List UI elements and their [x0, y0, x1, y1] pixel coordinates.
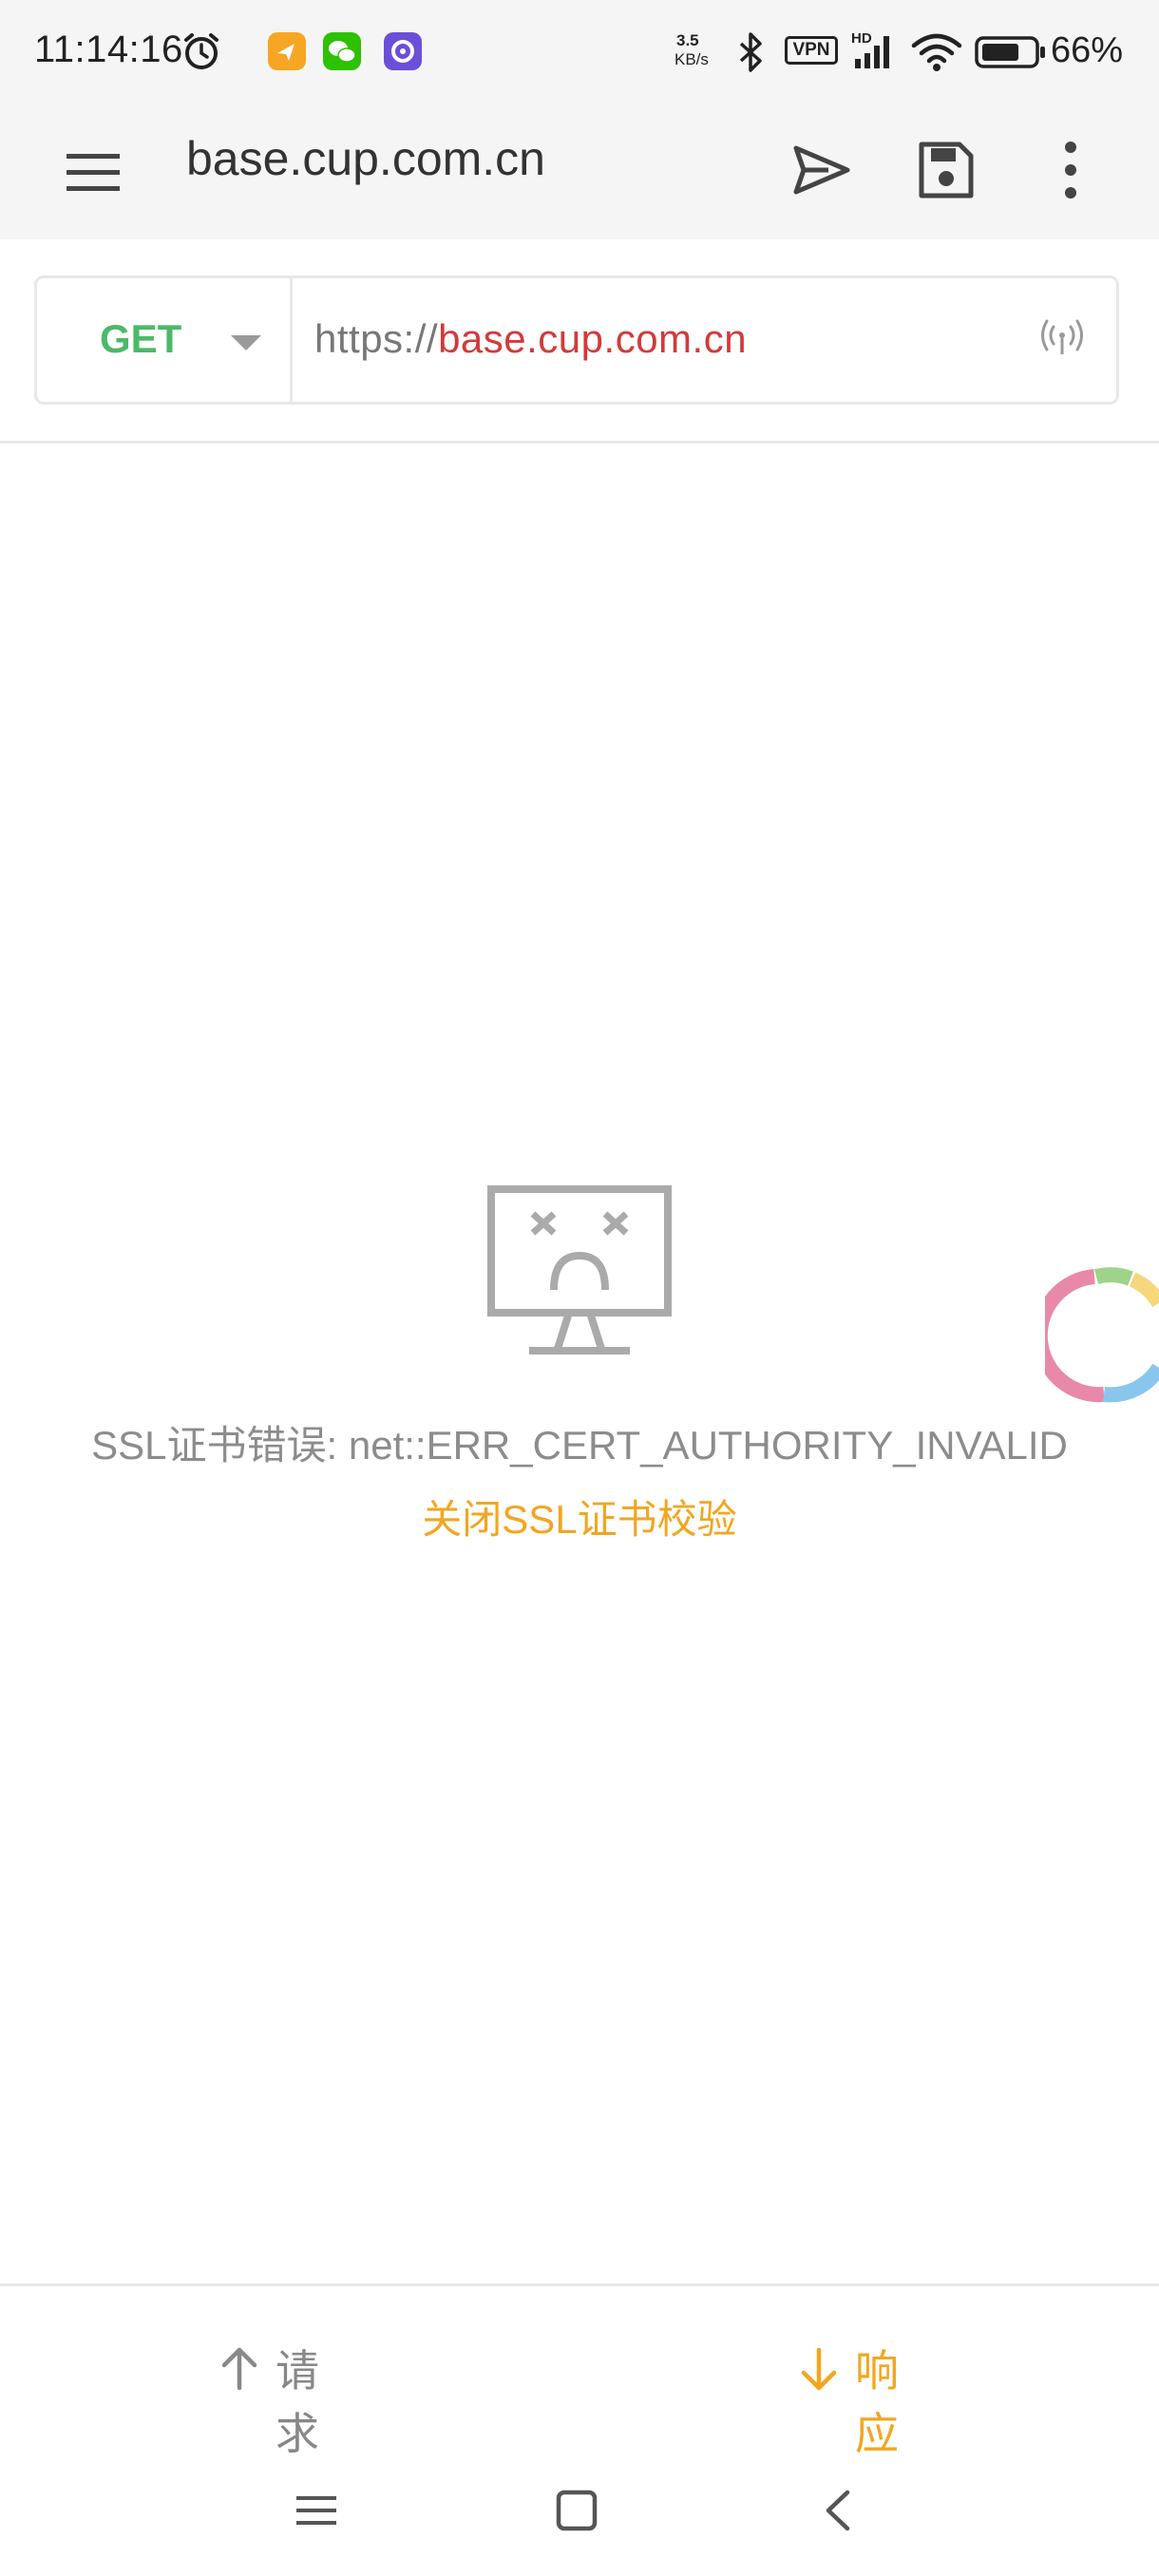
app-badge-purple — [384, 32, 422, 70]
request-bar: GET https://base.cup.com.cn — [34, 275, 1119, 405]
method-label: GET — [100, 316, 182, 361]
arrow-up-icon — [221, 2347, 257, 2391]
recents-menu-icon[interactable] — [294, 2489, 338, 2532]
arrow-down-icon — [801, 2347, 837, 2391]
home-square-icon[interactable] — [555, 2489, 598, 2532]
net-speed-value: 3.5 — [676, 31, 699, 49]
chevron-down-icon — [231, 335, 261, 350]
more-icon[interactable] — [1056, 139, 1085, 201]
menu-icon[interactable] — [65, 142, 124, 201]
broadcast-icon[interactable] — [1038, 316, 1086, 364]
battery-percent: 66% — [1051, 30, 1124, 70]
alarm-icon — [184, 33, 218, 69]
wechat-icon — [323, 32, 361, 70]
signal-icon — [855, 36, 889, 68]
wifi-icon — [911, 33, 962, 71]
disable-ssl-check-label[interactable]: 关闭SSL证书校验 — [422, 1497, 736, 1542]
app-badge-orange — [268, 32, 306, 70]
url-input[interactable]: https://base.cup.com.cn — [314, 316, 747, 362]
vpn-icon: VPN — [785, 36, 838, 65]
url-protocol: https:// — [314, 316, 439, 361]
bluetooth-icon — [739, 32, 762, 72]
divider — [0, 441, 1159, 444]
system-nav-bar — [0, 2451, 1159, 2576]
vpn-label: VPN — [792, 40, 830, 60]
back-chevron-icon[interactable] — [817, 2489, 861, 2532]
save-icon[interactable] — [914, 139, 977, 201]
broken-monitor-icon — [487, 1185, 672, 1354]
divider — [0, 2283, 1159, 2286]
floating-assistant-icon[interactable] — [1045, 1265, 1159, 1408]
ssl-error-message: SSL证书错误: net::ERR_CERT_AUTHORITY_INVALID — [91, 1423, 1068, 1468]
tab-response-label: 响应 — [855, 2346, 899, 2458]
send-icon[interactable] — [790, 139, 853, 201]
net-speed-unit: KB/s — [674, 50, 709, 68]
battery-icon — [975, 36, 1045, 68]
disable-ssl-check-link[interactable]: 关闭SSL证书校验 — [0, 1487, 1159, 1545]
status-bar: 11:14:16 3.5 KB/s VPN HD 66% — [0, 0, 1159, 104]
toolbar: base.cup.com.cn — [0, 104, 1159, 239]
page-title: base.cup.com.cn — [186, 132, 545, 185]
method-dropdown[interactable]: GET — [37, 278, 293, 402]
tab-request-label: 请求 — [276, 2346, 319, 2458]
url-host: base.cup.com.cn — [438, 316, 748, 361]
status-time: 11:14:16 — [34, 28, 183, 70]
